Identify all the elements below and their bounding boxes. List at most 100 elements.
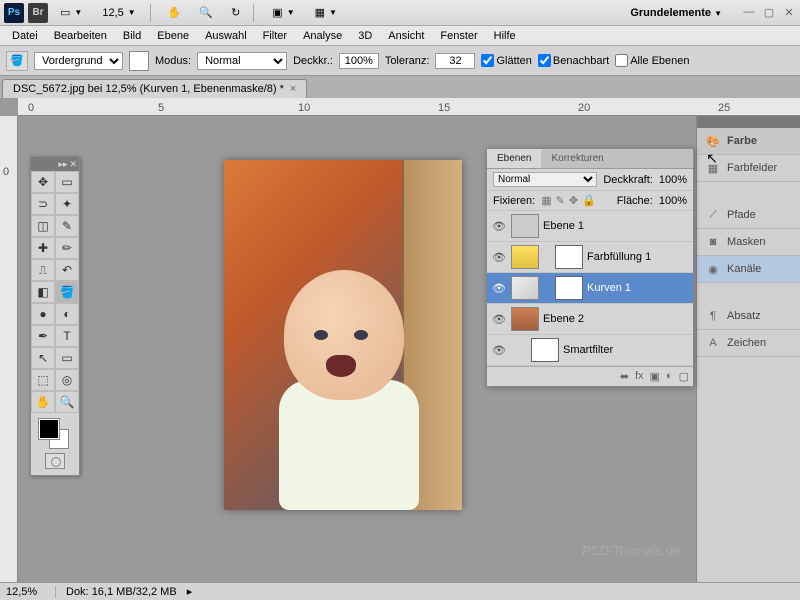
dock-zeichen[interactable]: A Zeichen: [697, 330, 800, 357]
opacity-input[interactable]: [339, 53, 379, 69]
fill-pattern-swatch[interactable]: [129, 51, 149, 71]
layer-row[interactable]: 👁 Ebene 2: [487, 304, 693, 335]
layer-opacity-value[interactable]: 100%: [659, 174, 687, 186]
healing-tool[interactable]: ✚: [31, 237, 55, 259]
maximize-button[interactable]: ▢: [762, 6, 776, 19]
blend-mode-select[interactable]: Normal: [197, 52, 287, 70]
screen-mode-dropdown[interactable]: ▣▼: [264, 4, 302, 21]
mask-thumb[interactable]: [555, 245, 583, 269]
stamp-tool[interactable]: ⎍: [31, 259, 55, 281]
color-swatches[interactable]: [39, 419, 71, 451]
mask-thumb[interactable]: [555, 276, 583, 300]
lasso-tool[interactable]: ⊃: [31, 193, 55, 215]
eyedropper-tool[interactable]: ✎: [55, 215, 79, 237]
lock-pixels-icon[interactable]: ✎: [556, 194, 565, 207]
all-layers-checkbox[interactable]: Alle Ebenen: [615, 54, 689, 67]
menu-hilfe[interactable]: Hilfe: [486, 28, 524, 44]
shape-tool[interactable]: ▭: [55, 347, 79, 369]
lock-transparency-icon[interactable]: ▦: [541, 194, 551, 207]
toolbox-header[interactable]: ▸▸✕: [31, 157, 79, 171]
visibility-icon[interactable]: 👁: [491, 282, 507, 295]
zoom-tool-icon[interactable]: 🔍: [192, 3, 220, 22]
menu-auswahl[interactable]: Auswahl: [197, 28, 255, 44]
antialias-checkbox[interactable]: Glätten: [481, 54, 531, 67]
tolerance-input[interactable]: [435, 53, 475, 69]
move-tool[interactable]: ✥: [31, 171, 55, 193]
hand-tool[interactable]: ✋: [31, 391, 55, 413]
history-brush-tool[interactable]: ↶: [55, 259, 79, 281]
menu-bearbeiten[interactable]: Bearbeiten: [46, 28, 115, 44]
layer-row[interactable]: 👁 Kurven 1: [487, 273, 693, 304]
visibility-icon[interactable]: 👁: [491, 313, 507, 326]
menu-3d[interactable]: 3D: [350, 28, 380, 44]
status-menu-arrow[interactable]: ▸: [187, 585, 193, 598]
menu-bild[interactable]: Bild: [115, 28, 149, 44]
fill-target-select[interactable]: Vordergrund: [34, 52, 123, 70]
visibility-icon[interactable]: 👁: [491, 344, 507, 357]
dock-farbe[interactable]: 🎨 Farbe: [697, 128, 800, 155]
layer-mask-icon[interactable]: ▣: [650, 370, 660, 383]
hand-tool-icon[interactable]: ✋: [161, 3, 189, 22]
layer-thumb[interactable]: [511, 307, 539, 331]
layer-thumb[interactable]: [511, 276, 539, 300]
type-tool[interactable]: T: [55, 325, 79, 347]
lock-position-icon[interactable]: ✥: [569, 194, 578, 207]
layer-group-icon[interactable]: ▢: [679, 370, 689, 383]
quick-mask-toggle[interactable]: [45, 453, 65, 469]
eraser-tool[interactable]: ◧: [31, 281, 55, 303]
menu-datei[interactable]: Datei: [4, 28, 46, 44]
crop-tool[interactable]: ◫: [31, 215, 55, 237]
layer-name[interactable]: Kurven 1: [587, 282, 631, 294]
blur-tool[interactable]: ●: [31, 303, 55, 325]
paint-bucket-tool[interactable]: 🪣: [55, 281, 79, 303]
layer-name[interactable]: Ebene 2: [543, 313, 584, 325]
paint-bucket-icon[interactable]: 🪣: [6, 51, 28, 71]
contiguous-checkbox[interactable]: Benachbart: [538, 54, 609, 67]
view-arrange-dropdown[interactable]: ▭▼: [52, 4, 90, 21]
photoshop-icon[interactable]: Ps: [4, 3, 24, 23]
visibility-icon[interactable]: 👁: [491, 251, 507, 264]
layer-style-icon[interactable]: fx: [635, 370, 644, 383]
3d-tool[interactable]: ⬚: [31, 369, 55, 391]
dock-pfade[interactable]: ⟋ Pfade: [697, 202, 800, 229]
path-select-tool[interactable]: ↖: [31, 347, 55, 369]
dock-masken[interactable]: ◙ Masken: [697, 229, 800, 256]
layer-name[interactable]: Ebene 1: [543, 220, 584, 232]
menu-ansicht[interactable]: Ansicht: [380, 28, 432, 44]
tab-korrekturen[interactable]: Korrekturen: [541, 149, 613, 168]
3d-camera-tool[interactable]: ◎: [55, 369, 79, 391]
dodge-tool[interactable]: ◐: [55, 303, 79, 325]
layer-blend-mode[interactable]: Normal: [493, 172, 597, 187]
visibility-icon[interactable]: 👁: [491, 220, 507, 233]
zoom-display[interactable]: 12,5%: [6, 586, 56, 598]
workspace-switcher[interactable]: Grundelemente ▼: [620, 5, 732, 21]
layer-name[interactable]: Farbfüllung 1: [587, 251, 651, 263]
lock-all-icon[interactable]: 🔒: [582, 194, 596, 207]
quick-select-tool[interactable]: ✦: [55, 193, 79, 215]
foreground-color[interactable]: [39, 419, 59, 439]
dock-farbfelder[interactable]: ▦ Farbfelder: [697, 155, 800, 182]
link-layers-icon[interactable]: ⬌: [620, 370, 629, 383]
layer-name[interactable]: Smartfilter: [563, 344, 613, 356]
layer-thumb[interactable]: [511, 245, 539, 269]
minimize-button[interactable]: —: [742, 6, 756, 19]
dock-absatz[interactable]: ¶ Absatz: [697, 303, 800, 330]
smartfilter-thumb[interactable]: [531, 338, 559, 362]
layer-thumb[interactable]: [511, 214, 539, 238]
layer-fill-value[interactable]: 100%: [659, 195, 687, 207]
menu-fenster[interactable]: Fenster: [432, 28, 485, 44]
menu-analyse[interactable]: Analyse: [295, 28, 350, 44]
zoom-level-dropdown[interactable]: 12,5▼: [94, 5, 143, 21]
menu-ebene[interactable]: Ebene: [149, 28, 197, 44]
pen-tool[interactable]: ✒: [31, 325, 55, 347]
brush-tool[interactable]: ✏: [55, 237, 79, 259]
rotate-view-icon[interactable]: ↻: [224, 3, 247, 22]
layer-row[interactable]: 👁 Ebene 1: [487, 211, 693, 242]
layer-row[interactable]: 👁 Smartfilter: [487, 335, 693, 366]
close-tab-icon[interactable]: ×: [290, 83, 296, 95]
document-tab[interactable]: DSC_5672.jpg bei 12,5% (Kurven 1, Ebenen…: [2, 79, 307, 98]
adjustment-layer-icon[interactable]: ◐: [666, 370, 673, 383]
arrange-docs-dropdown[interactable]: ▦▼: [307, 4, 345, 21]
marquee-tool[interactable]: ▭: [55, 171, 79, 193]
bridge-icon[interactable]: Br: [28, 3, 48, 23]
